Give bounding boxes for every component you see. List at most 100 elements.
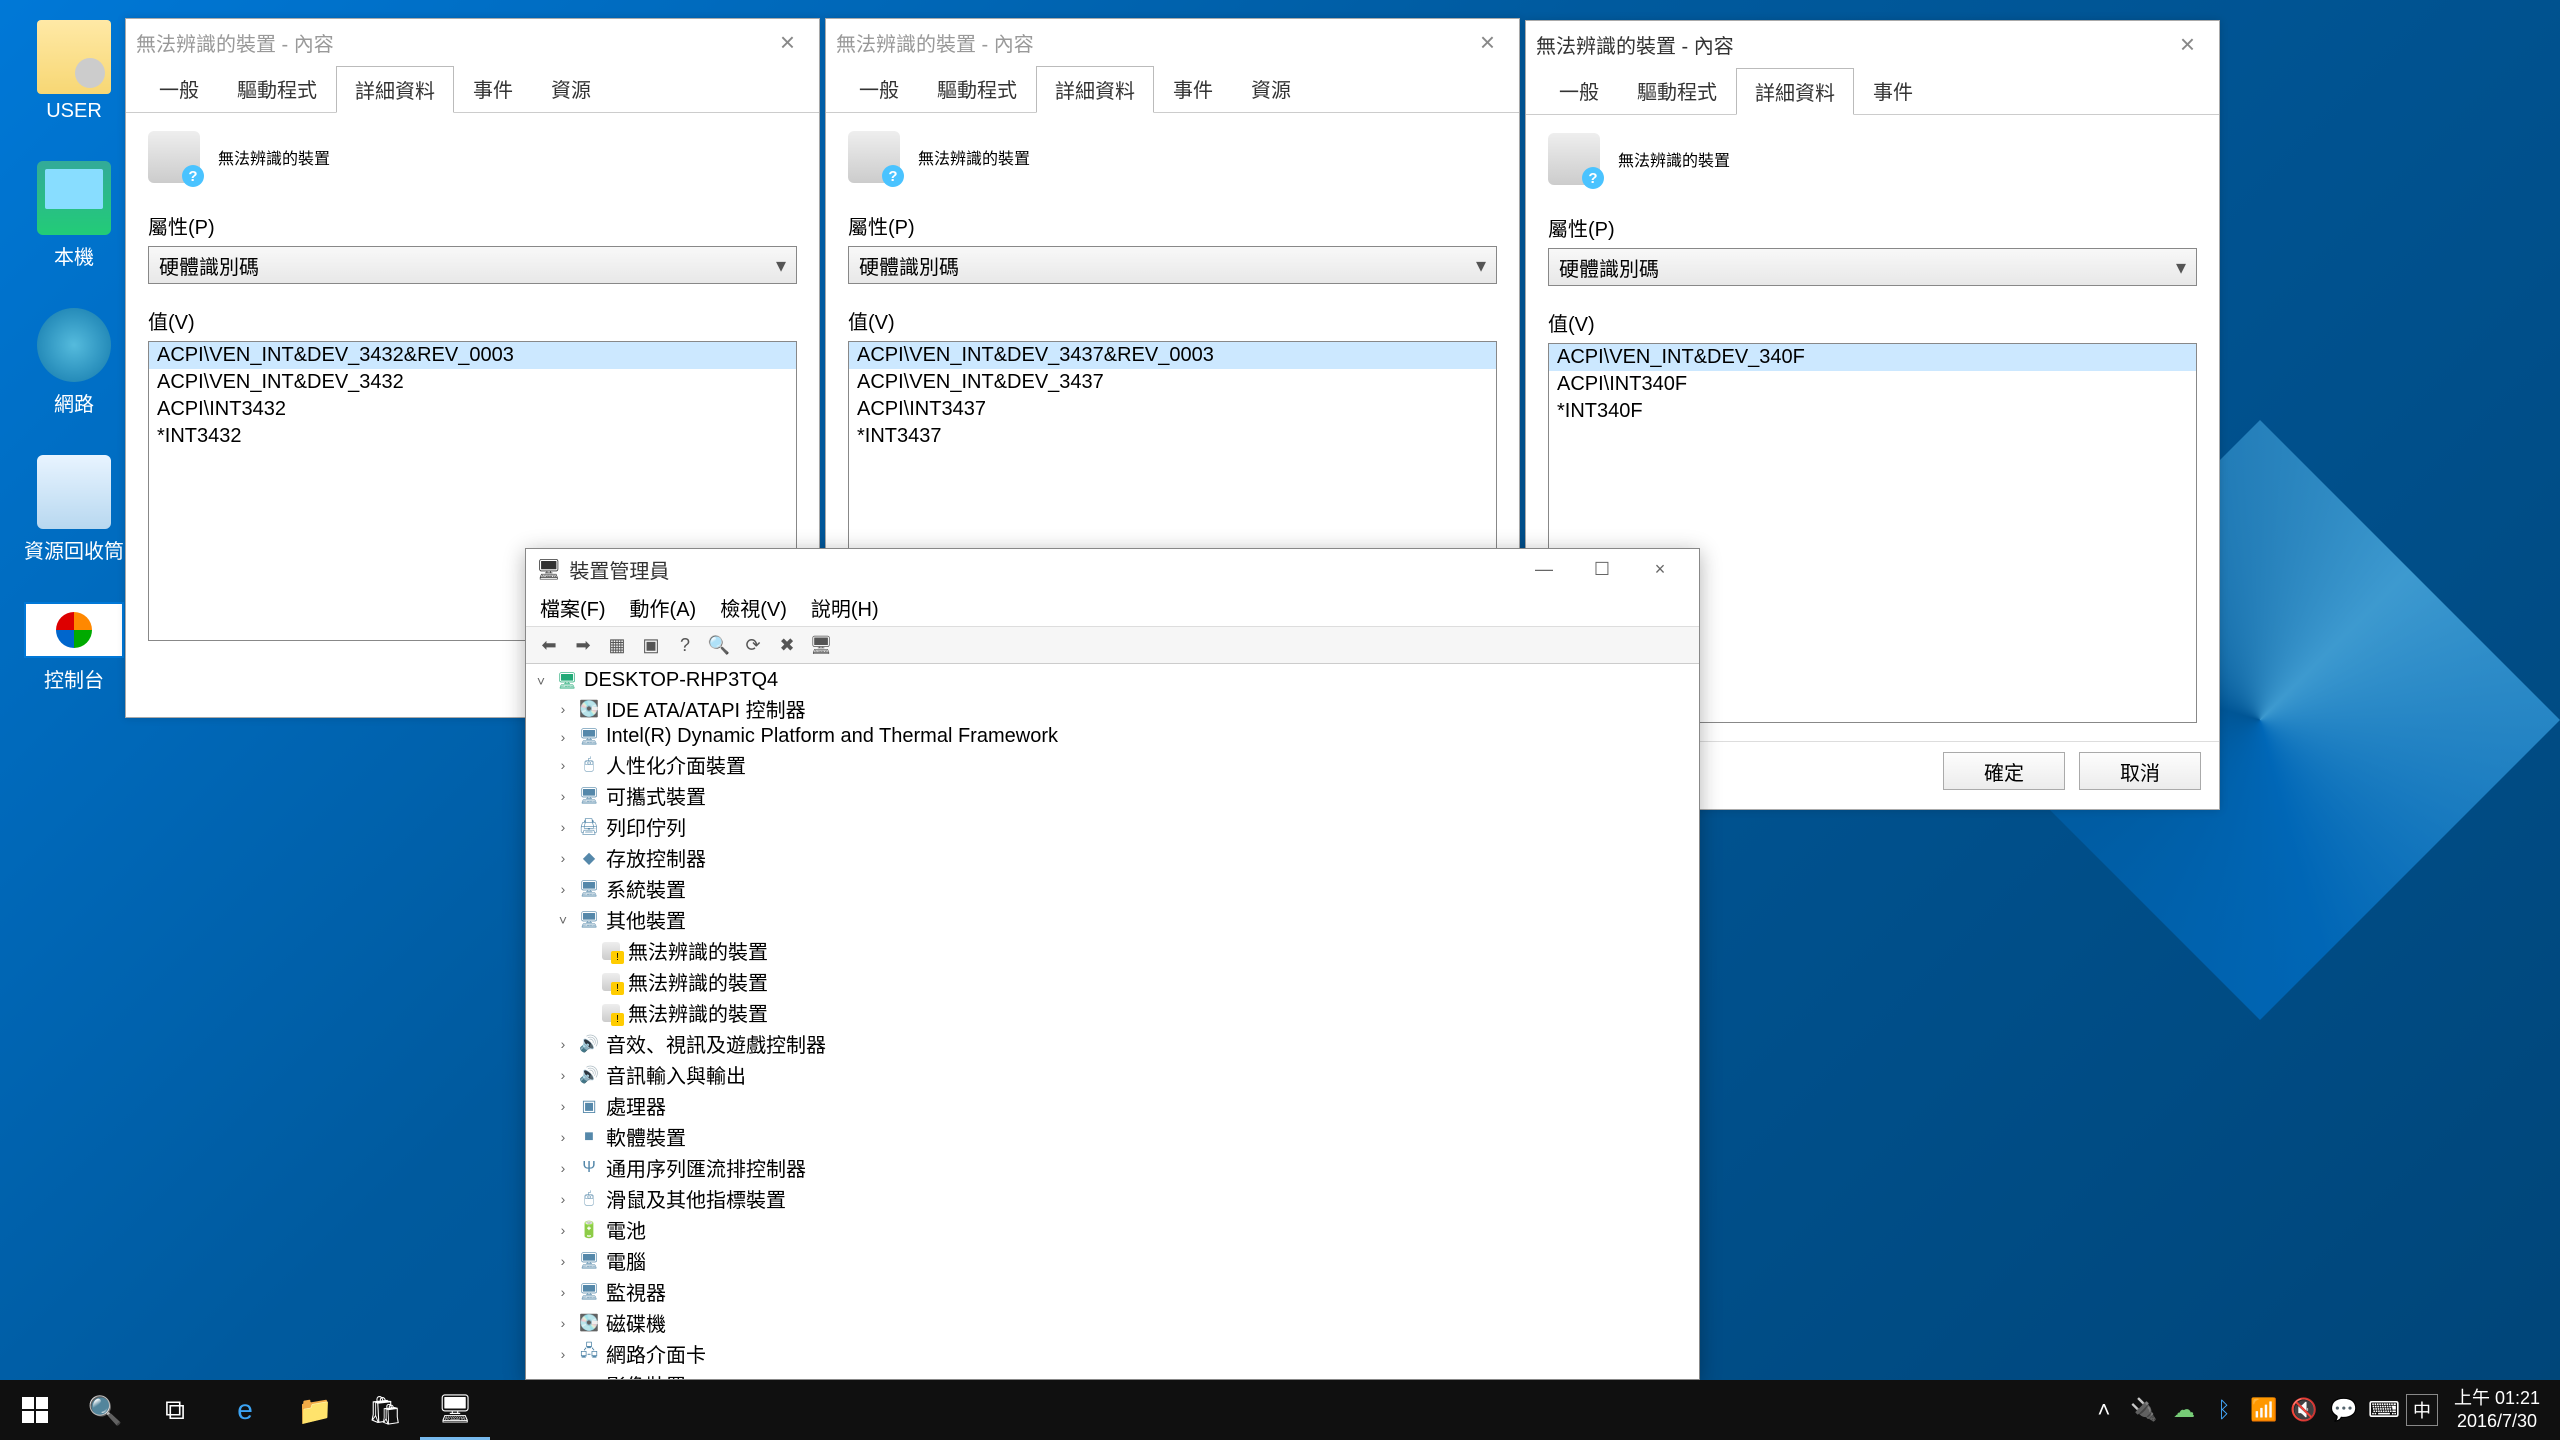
tab-events[interactable]: 事件 xyxy=(454,65,532,112)
tree-item[interactable]: ›▣處理器 xyxy=(532,1090,1693,1121)
tree-item[interactable]: ›💽磁碟機 xyxy=(532,1307,1693,1338)
desktop-icon-recycle[interactable]: 資源回收筒 xyxy=(14,455,134,564)
tree-item-unknown-device[interactable]: 無法辨識的裝置 xyxy=(532,966,1693,997)
tree-item[interactable]: ›🖧網路介面卡 xyxy=(532,1338,1693,1369)
taskbar-clock[interactable]: 上午 01:21 2016/7/30 xyxy=(2442,1387,2552,1434)
device-manager-window[interactable]: 🖥 裝置管理員 — ☐ × 檔案(F) 動作(A) 檢視(V) 說明(H) ⬅ … xyxy=(525,548,1700,1380)
tree-item[interactable]: ›🔋電池 xyxy=(532,1214,1693,1245)
tab-driver[interactable]: 驅動程式 xyxy=(1618,67,1736,114)
tree-item[interactable]: ›■軟體裝置 xyxy=(532,1121,1693,1152)
tab-general[interactable]: 一般 xyxy=(140,65,218,112)
device-tree-panel[interactable]: ˅🖥DESKTOP-RHP3TQ4›💽IDE ATA/ATAPI 控制器›🖥In… xyxy=(526,664,1699,1379)
minimize-icon[interactable]: — xyxy=(1515,549,1573,589)
tree-item[interactable]: ›🖱人性化介面裝置 xyxy=(532,749,1693,780)
tree-item-unknown-device[interactable]: 無法辨識的裝置 xyxy=(532,997,1693,1028)
property-select[interactable]: 硬體識別碼 xyxy=(148,246,797,284)
tree-item[interactable]: ›🖥Intel(R) Dynamic Platform and Thermal … xyxy=(532,724,1693,749)
titlebar[interactable]: 無法辨識的裝置 - 內容× xyxy=(826,19,1519,65)
tree-item-unknown-device[interactable]: 無法辨識的裝置 xyxy=(532,935,1693,966)
tree-item[interactable]: ˅🖥其他裝置 xyxy=(532,904,1693,935)
ok-button[interactable]: 確定 xyxy=(1943,752,2065,790)
menu-action[interactable]: 動作(A) xyxy=(630,593,697,622)
tab-general[interactable]: 一般 xyxy=(1540,67,1618,114)
property-select[interactable]: 硬體識別碼 xyxy=(848,246,1497,284)
add-legacy-icon[interactable]: 🖥 xyxy=(806,631,836,659)
titlebar[interactable]: 無法辨識的裝置 - 內容× xyxy=(1526,21,2219,67)
tree-item[interactable]: ›Ψ通用序列匯流排控制器 xyxy=(532,1152,1693,1183)
tray-expand-icon[interactable]: ˄ xyxy=(2086,1380,2122,1440)
menu-file[interactable]: 檔案(F) xyxy=(540,593,606,622)
maximize-icon[interactable]: ☐ xyxy=(1573,549,1631,589)
cancel-button[interactable]: 取消 xyxy=(2079,752,2201,790)
tree-item[interactable]: ›🖥可攜式裝置 xyxy=(532,780,1693,811)
search-button[interactable]: 🔍 xyxy=(70,1380,140,1440)
tab-details[interactable]: 詳細資料 xyxy=(1036,66,1154,113)
tab-details[interactable]: 詳細資料 xyxy=(1736,68,1854,115)
tree-item[interactable]: ›🔊音效、視訊及遊戲控制器 xyxy=(532,1028,1693,1059)
bluetooth-icon[interactable]: ᛒ xyxy=(2206,1380,2242,1440)
ime-indicator[interactable]: 中 xyxy=(2406,1394,2438,1426)
uninstall-icon[interactable]: ✖ xyxy=(772,631,802,659)
list-item[interactable]: ACPI\VEN_INT&DEV_3437 xyxy=(849,369,1496,396)
list-item[interactable]: *INT3437 xyxy=(849,423,1496,450)
tree-item[interactable]: ›🔊音訊輸入與輸出 xyxy=(532,1059,1693,1090)
forward-icon[interactable]: ➡ xyxy=(568,631,598,659)
titlebar[interactable]: 無法辨識的裝置 - 內容× xyxy=(126,19,819,65)
start-button[interactable] xyxy=(0,1380,70,1440)
volume-icon[interactable]: 🔇 xyxy=(2286,1380,2322,1440)
back-icon[interactable]: ⬅ xyxy=(534,631,564,659)
keyboard-icon[interactable]: ⌨ xyxy=(2366,1380,2402,1440)
close-icon[interactable]: × xyxy=(766,27,809,58)
desktop-icon-user[interactable]: USER xyxy=(14,20,134,123)
tab-resources[interactable]: 資源 xyxy=(1232,65,1310,112)
menu-help[interactable]: 說明(H) xyxy=(811,593,879,622)
close-icon[interactable]: × xyxy=(1466,27,1509,58)
tree-item[interactable]: ›◆存放控制器 xyxy=(532,842,1693,873)
desktop-icon-control-panel[interactable]: 控制台 xyxy=(14,602,134,693)
tree-item[interactable]: ›🖨列印佇列 xyxy=(532,811,1693,842)
close-icon[interactable]: × xyxy=(1631,549,1689,589)
wifi-icon[interactable]: 📶 xyxy=(2246,1380,2282,1440)
list-item[interactable]: *INT340F xyxy=(1549,398,2196,425)
list-item[interactable]: ACPI\VEN_INT&DEV_3437&REV_0003 xyxy=(849,342,1496,369)
tab-events[interactable]: 事件 xyxy=(1154,65,1232,112)
list-item[interactable]: ACPI\VEN_INT&DEV_3432 xyxy=(149,369,796,396)
tree-item[interactable]: ›📷影像裝置 xyxy=(532,1369,1693,1379)
task-view-button[interactable]: ⧉ xyxy=(140,1380,210,1440)
tree-item[interactable]: ›🖱滑鼠及其他指標裝置 xyxy=(532,1183,1693,1214)
edge-button[interactable]: e xyxy=(210,1380,280,1440)
tab-general[interactable]: 一般 xyxy=(840,65,918,112)
device-manager-taskbar-button[interactable]: 🖥 xyxy=(420,1380,490,1440)
onedrive-icon[interactable]: ☁ xyxy=(2166,1380,2202,1440)
tree-item[interactable]: ›🖥系統裝置 xyxy=(532,873,1693,904)
action-center-icon[interactable]: 💬 xyxy=(2326,1380,2362,1440)
tree-item[interactable]: ›🖥電腦 xyxy=(532,1245,1693,1276)
tab-driver[interactable]: 驅動程式 xyxy=(218,65,336,112)
titlebar[interactable]: 🖥 裝置管理員 — ☐ × xyxy=(526,549,1699,589)
tree-item[interactable]: ›🖥監視器 xyxy=(532,1276,1693,1307)
battery-icon[interactable]: 🔌 xyxy=(2126,1380,2162,1440)
list-item[interactable]: ACPI\INT3437 xyxy=(849,396,1496,423)
help-icon[interactable]: ? xyxy=(670,631,700,659)
close-icon[interactable]: × xyxy=(2166,29,2209,60)
property-select[interactable]: 硬體識別碼 xyxy=(1548,248,2197,286)
update-driver-icon[interactable]: ⟳ xyxy=(738,631,768,659)
list-item[interactable]: ACPI\VEN_INT&DEV_340F xyxy=(1549,344,2196,371)
list-item[interactable]: ACPI\INT340F xyxy=(1549,371,2196,398)
tab-details[interactable]: 詳細資料 xyxy=(336,66,454,113)
desktop-icon-thispc[interactable]: 本機 xyxy=(14,161,134,270)
desktop-icon-network[interactable]: 網路 xyxy=(14,308,134,417)
tab-driver[interactable]: 驅動程式 xyxy=(918,65,1036,112)
list-item[interactable]: ACPI\VEN_INT&DEV_3432&REV_0003 xyxy=(149,342,796,369)
tree-root[interactable]: ˅🖥DESKTOP-RHP3TQ4 xyxy=(532,668,1693,693)
menu-view[interactable]: 檢視(V) xyxy=(720,593,787,622)
tab-events[interactable]: 事件 xyxy=(1854,67,1932,114)
tree-item[interactable]: ›💽IDE ATA/ATAPI 控制器 xyxy=(532,693,1693,724)
show-hidden-icon[interactable]: ▦ xyxy=(602,631,632,659)
list-item[interactable]: ACPI\INT3432 xyxy=(149,396,796,423)
tab-resources[interactable]: 資源 xyxy=(532,65,610,112)
list-item[interactable]: *INT3432 xyxy=(149,423,796,450)
properties-icon[interactable]: ▣ xyxy=(636,631,666,659)
store-button[interactable]: 🛍 xyxy=(350,1380,420,1440)
file-explorer-button[interactable]: 📁 xyxy=(280,1380,350,1440)
